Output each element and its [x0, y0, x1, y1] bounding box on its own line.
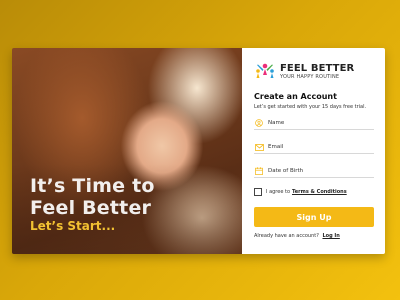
sign-up-button[interactable]: Sign Up — [254, 207, 374, 227]
email-field[interactable] — [254, 141, 374, 154]
brand: FEEL BETTER YOUR HAPPY ROUTINE — [254, 61, 354, 83]
agree-text: I agree to — [266, 189, 291, 195]
name-field[interactable] — [254, 117, 374, 130]
login-prompt: Already have an account? Log In — [254, 233, 340, 239]
terms-checkbox[interactable] — [254, 188, 262, 196]
brand-name: FEEL BETTER — [280, 63, 355, 74]
hero-heading-line1: It’s Time to — [30, 175, 155, 197]
calendar-icon — [254, 166, 264, 176]
login-prompt-text: Already have an account? — [254, 233, 319, 239]
terms-agreement: I agree to Terms & Conditions — [254, 188, 347, 196]
date-of-birth-input[interactable] — [268, 166, 368, 176]
signup-card: It’s Time to Feel Better Let’s Start... … — [12, 48, 385, 254]
hero-heading: It’s Time to Feel Better — [30, 175, 240, 219]
form-title: Create an Account — [254, 92, 337, 101]
form-subtitle: Let’s get started with your 15 days free… — [254, 104, 367, 110]
date-of-birth-field[interactable] — [254, 165, 374, 178]
mail-icon — [254, 142, 264, 152]
hero-subheading: Let’s Start... — [30, 219, 116, 233]
terms-link[interactable]: Terms & Conditions — [292, 189, 347, 195]
email-input[interactable] — [268, 142, 368, 152]
name-input[interactable] — [268, 118, 368, 128]
brand-tagline: YOUR HAPPY ROUTINE — [280, 74, 340, 80]
user-icon — [254, 118, 264, 128]
hero-photo: It’s Time to Feel Better Let’s Start... — [12, 48, 242, 254]
log-in-link[interactable]: Log In — [322, 233, 339, 239]
people-celebrating-icon — [256, 63, 274, 78]
hero-heading-line2: Feel Better — [30, 197, 152, 219]
form-panel: FEEL BETTER YOUR HAPPY ROUTINE Create an… — [242, 48, 385, 254]
